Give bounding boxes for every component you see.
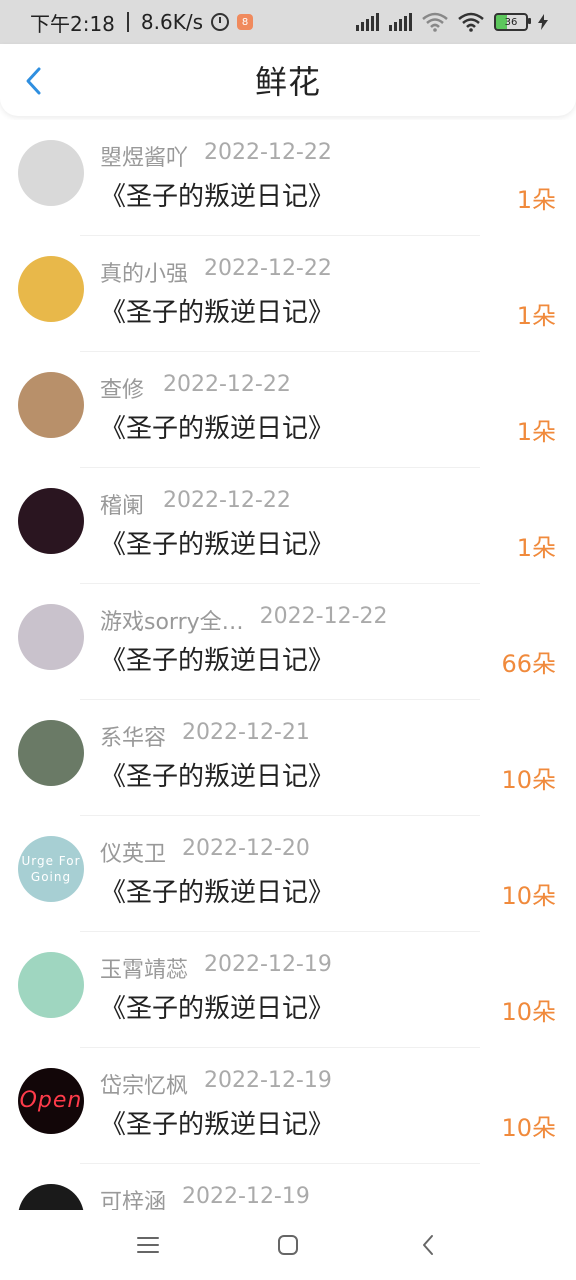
- gift-date: 2022-12-19: [204, 1068, 332, 1093]
- flower-list[interactable]: 曌煜酱吖 2022-12-22 《圣子的叛逆日记》 1朵 真的小强 2022-12-22 《…: [0, 120, 576, 1210]
- user-name: 玉霄靖蕊: [100, 958, 189, 983]
- gift-date: 2022-12-22: [259, 604, 388, 629]
- book-title: 《圣子的叛逆日记》: [100, 994, 335, 1024]
- book-title: 《圣子的叛逆日记》: [100, 414, 335, 444]
- flower-count: 10朵: [501, 766, 556, 794]
- gift-date: 2022-12-22: [204, 140, 332, 165]
- chevron-left-icon: [26, 67, 41, 95]
- book-title: 《圣子的叛逆日记》: [100, 530, 335, 560]
- menu-button[interactable]: [128, 1225, 168, 1265]
- list-item[interactable]: 稽阑 2022-12-22 《圣子的叛逆日记》 1朵: [0, 468, 576, 584]
- battery-icon: 36: [494, 13, 531, 31]
- charging-icon: [538, 14, 548, 30]
- user-name: 岱宗忆枫: [100, 1074, 189, 1099]
- list-item[interactable]: 可梓涵 2022-12-19: [0, 1164, 576, 1210]
- signal-icon-2: [389, 13, 412, 31]
- gift-date: 2022-12-19: [182, 1184, 310, 1209]
- flower-count: 1朵: [516, 186, 556, 214]
- avatar-text: Urge For Going: [21, 854, 81, 884]
- avatar[interactable]: [18, 720, 84, 786]
- avatar[interactable]: [18, 604, 84, 670]
- home-button[interactable]: [268, 1225, 308, 1265]
- gift-date: 2022-12-21: [182, 720, 310, 745]
- system-nav-bar: [0, 1210, 576, 1280]
- list-item[interactable]: Open 岱宗忆枫 2022-12-19 《圣子的叛逆日记》 10朵: [0, 1048, 576, 1164]
- avatar[interactable]: [18, 488, 84, 554]
- book-title: 《圣子的叛逆日记》: [100, 646, 335, 676]
- list-item[interactable]: Urge For Going 仪英卫 2022-12-20 《圣子的叛逆日记》 10朵: [0, 816, 576, 932]
- avatar[interactable]: [18, 140, 84, 206]
- list-item[interactable]: 游戏sorry全… 2022-12-22 《圣子的叛逆日记》 66朵: [0, 584, 576, 700]
- nav-back-icon: [423, 1235, 433, 1255]
- menu-icon: [137, 1237, 159, 1253]
- book-title: 《圣子的叛逆日记》: [100, 298, 335, 328]
- back-button[interactable]: [18, 66, 48, 96]
- user-name: 游戏sorry全…: [100, 610, 244, 635]
- gift-date: 2022-12-22: [204, 256, 332, 281]
- book-title: 《圣子的叛逆日记》: [100, 878, 335, 908]
- gift-date: 2022-12-22: [163, 372, 291, 397]
- status-bar: 下午2:18 8.6K/s 8 36: [0, 0, 576, 44]
- avatar[interactable]: Open: [18, 1068, 84, 1134]
- flower-count: 1朵: [516, 534, 556, 562]
- flower-count: 66朵: [501, 650, 556, 678]
- user-name: 系华容: [100, 726, 167, 751]
- avatar[interactable]: Urge For Going: [18, 836, 84, 902]
- book-title: 《圣子的叛逆日记》: [100, 182, 335, 212]
- flower-count: 1朵: [516, 302, 556, 330]
- book-title: 《圣子的叛逆日记》: [100, 762, 335, 792]
- user-name: 查修: [100, 378, 145, 403]
- notification-badge-icon: 8: [237, 14, 254, 30]
- flower-count: 10朵: [501, 882, 556, 910]
- avatar[interactable]: [18, 952, 84, 1018]
- network-speed: 8.6K/s: [140, 10, 204, 34]
- page-header: 鲜花: [0, 44, 576, 116]
- user-name: 真的小强: [100, 262, 189, 287]
- status-separator: [126, 12, 129, 32]
- list-item[interactable]: 曌煜酱吖 2022-12-22 《圣子的叛逆日记》 1朵: [0, 120, 576, 236]
- gift-date: 2022-12-19: [204, 952, 332, 977]
- user-name: 曌煜酱吖: [100, 146, 189, 171]
- avatar-text: Open: [19, 1088, 83, 1113]
- nav-back-button[interactable]: [408, 1225, 448, 1265]
- alarm-icon: [211, 13, 230, 31]
- avatar[interactable]: [18, 372, 84, 438]
- gift-date: 2022-12-22: [163, 488, 291, 513]
- user-name: 可梓涵: [100, 1190, 167, 1210]
- user-name: 仪英卫: [100, 842, 167, 867]
- avatar[interactable]: [18, 256, 84, 322]
- signal-icon: [356, 13, 379, 31]
- wifi-icon: [422, 12, 448, 32]
- gift-date: 2022-12-20: [182, 836, 310, 861]
- flower-count: 10朵: [501, 1114, 556, 1142]
- wifi-icon-2: [458, 12, 484, 32]
- book-title: 《圣子的叛逆日记》: [100, 1110, 335, 1140]
- list-item[interactable]: 系华容 2022-12-21 《圣子的叛逆日记》 10朵: [0, 700, 576, 816]
- list-item[interactable]: 真的小强 2022-12-22 《圣子的叛逆日记》 1朵: [0, 236, 576, 352]
- flower-count: 1朵: [516, 418, 556, 446]
- page-title: 鲜花: [254, 63, 321, 101]
- avatar[interactable]: [18, 1184, 84, 1210]
- list-item[interactable]: 玉霄靖蕊 2022-12-19 《圣子的叛逆日记》 10朵: [0, 932, 576, 1048]
- flower-count: 10朵: [501, 998, 556, 1026]
- status-time: 下午2:18: [30, 11, 115, 36]
- user-name: 稽阑: [100, 494, 145, 519]
- list-item[interactable]: 查修 2022-12-22 《圣子的叛逆日记》 1朵: [0, 352, 576, 468]
- home-square-icon: [278, 1235, 298, 1255]
